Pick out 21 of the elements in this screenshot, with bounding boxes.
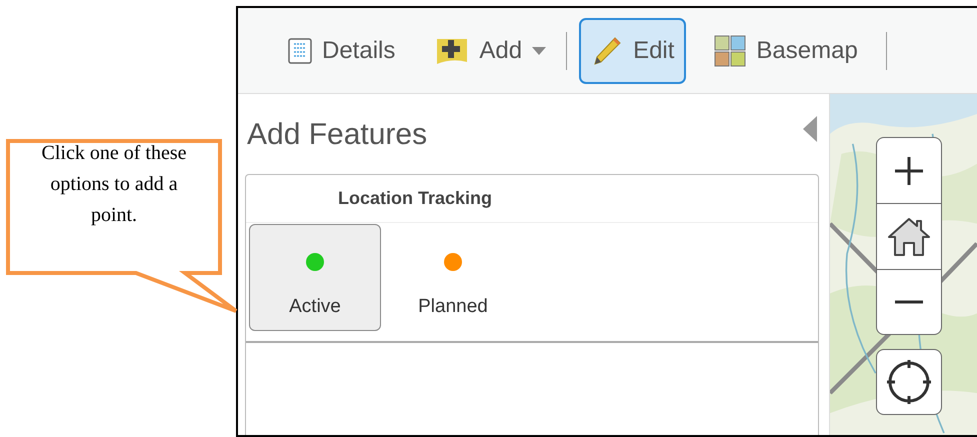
panel-title: Add Features [247, 116, 428, 152]
basemap-grid-icon [714, 34, 746, 66]
group-title: Location Tracking [338, 187, 492, 210]
toolbar-button[interactable]: Basemap [702, 18, 870, 84]
home-button[interactable] [876, 203, 942, 269]
crosshair-icon [885, 358, 933, 406]
toolbar-button[interactable]: Add [423, 18, 558, 84]
document-icon [288, 38, 312, 64]
callout-text: Click one of these options to add a point. [40, 141, 188, 228]
zoom-in-button[interactable] [876, 137, 942, 203]
toolbar-button[interactable]: Edit [579, 18, 686, 84]
caret-icon [532, 46, 546, 54]
plus-icon [893, 154, 925, 186]
toolbar-button[interactable]: Details [276, 18, 408, 84]
collapse-triangle-icon[interactable] [803, 116, 817, 142]
template-button[interactable]: Active [249, 224, 381, 331]
minus-icon [895, 299, 923, 305]
template-button[interactable]: Planned [387, 224, 519, 331]
house-icon [887, 216, 931, 256]
locate-button[interactable] [876, 349, 942, 415]
zoom-out-button[interactable] [876, 269, 942, 335]
